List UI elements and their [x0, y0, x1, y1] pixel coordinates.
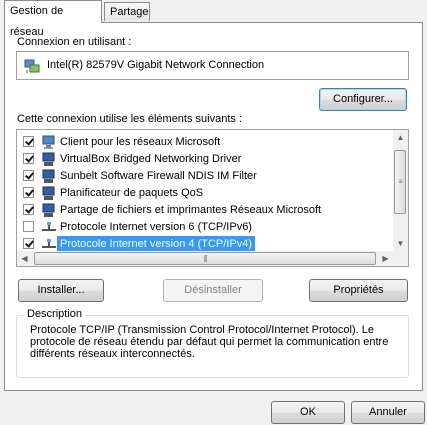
- scrollbar-thumb[interactable]: ≡: [394, 150, 406, 214]
- checkbox[interactable]: [23, 170, 34, 181]
- scroll-up-icon[interactable]: ▲: [393, 130, 408, 145]
- properties-button[interactable]: Propriétés: [309, 279, 408, 302]
- list-item[interactable]: VirtualBox Bridged Networking Driver: [17, 151, 407, 168]
- adapter-name: Intel(R) 82579V Gigabit Network Connecti…: [47, 59, 265, 71]
- scrollbar-thumb[interactable]: |||: [34, 252, 376, 265]
- checkbox[interactable]: [23, 153, 34, 164]
- checkbox[interactable]: [23, 204, 34, 215]
- scroll-left-icon[interactable]: ◀: [17, 251, 32, 266]
- checkbox[interactable]: [23, 238, 34, 249]
- scroll-right-icon[interactable]: ▶: [378, 251, 393, 266]
- description-title: Description: [24, 308, 86, 320]
- network-protocol-icon: [42, 222, 56, 231]
- list-item[interactable]: Planificateur de paquets QoS: [17, 185, 407, 202]
- configure-button[interactable]: Configurer...: [319, 88, 407, 111]
- scrollbar-corner: [393, 251, 408, 266]
- scroll-down-icon[interactable]: ▼: [393, 236, 408, 251]
- tab-gestion-reseau[interactable]: Gestion de réseau: [4, 0, 102, 38]
- list-item[interactable]: Client pour les réseaux Microsoft: [17, 134, 407, 151]
- list-item[interactable]: Sunbelt Software Firewall NDIS IM Filter: [17, 168, 407, 185]
- network-service-icon: [42, 169, 55, 183]
- horizontal-scrollbar[interactable]: ◀ ||| ▶: [17, 251, 393, 266]
- ok-button[interactable]: OK: [271, 401, 345, 424]
- network-service-icon: [42, 152, 55, 166]
- uninstall-button[interactable]: Désinstaller: [163, 279, 263, 302]
- list-item[interactable]: Protocole Internet version 6 (TCP/IPv6): [17, 219, 407, 236]
- network-service-icon: [42, 203, 55, 217]
- components-list[interactable]: Client pour les réseaux Microsoft Virtua…: [16, 129, 409, 267]
- tab-label: Partage: [110, 6, 149, 18]
- tab-partage[interactable]: Partage: [104, 2, 150, 21]
- items-label: Cette connexion utilise les éléments sui…: [17, 113, 243, 125]
- checkbox[interactable]: [23, 221, 34, 232]
- list-item[interactable]: Partage de fichiers et imprimantes Résea…: [17, 202, 407, 219]
- cancel-button[interactable]: Annuler: [351, 401, 425, 424]
- adapter-field: Intel(R) 82579V Gigabit Network Connecti…: [16, 51, 409, 80]
- network-protocol-icon: [42, 239, 56, 248]
- checkbox[interactable]: [23, 136, 34, 147]
- vertical-scrollbar[interactable]: ▲ ≡ ▼: [393, 130, 408, 251]
- checkbox[interactable]: [23, 187, 34, 198]
- install-button[interactable]: Installer...: [18, 279, 104, 302]
- network-adapter-icon: [24, 59, 40, 73]
- network-service-icon: [42, 186, 55, 200]
- description-text: Protocole TCP/IP (Transmission Control P…: [30, 324, 389, 360]
- network-client-icon: [42, 135, 55, 149]
